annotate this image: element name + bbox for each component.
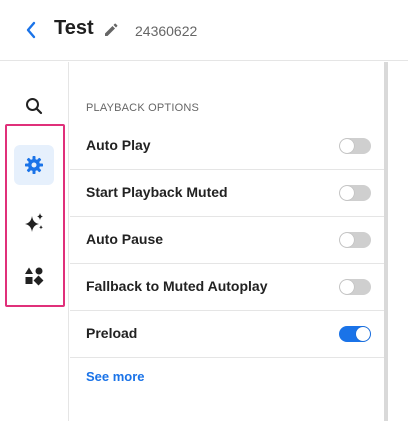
- header: Test 24360622: [0, 0, 408, 61]
- sidebar-item-settings[interactable]: [14, 145, 54, 185]
- pencil-icon: [105, 23, 118, 36]
- item-id: 24360622: [135, 23, 198, 39]
- sidebar-item-widgets[interactable]: [14, 256, 54, 296]
- sidebar-item-search[interactable]: [14, 86, 54, 126]
- toggle-knob: [356, 327, 370, 341]
- start-playback-muted-toggle[interactable]: [339, 185, 371, 201]
- option-label: Auto Play: [86, 137, 151, 153]
- gear-icon: [25, 156, 43, 174]
- toggle-knob: [340, 186, 354, 200]
- option-row-auto-play: Auto Play: [70, 123, 384, 170]
- option-label: Auto Pause: [86, 231, 164, 247]
- toggle-knob: [340, 139, 354, 153]
- search-icon: [26, 98, 43, 115]
- auto-pause-toggle[interactable]: [339, 232, 371, 248]
- page-title: Test: [54, 17, 94, 39]
- option-label: Fallback to Muted Autoplay: [86, 278, 268, 294]
- sidebar: [0, 62, 69, 421]
- option-row-start-playback-muted: Start Playback Muted: [70, 170, 384, 217]
- section-title: PLAYBACK OPTIONS: [86, 102, 200, 114]
- option-row-preload: Preload: [70, 311, 384, 358]
- edit-title-button[interactable]: [102, 21, 120, 39]
- chevron-left-icon: [26, 21, 36, 39]
- option-label: Preload: [86, 325, 138, 341]
- back-button[interactable]: [22, 20, 40, 40]
- panel-scrollbar[interactable]: [384, 62, 388, 421]
- fallback-muted-autoplay-toggle[interactable]: [339, 279, 371, 295]
- toggle-knob: [340, 280, 354, 294]
- settings-panel: PLAYBACK OPTIONS Auto Play Start Playbac…: [70, 62, 384, 421]
- shapes-icon: [25, 267, 44, 286]
- sidebar-item-ai[interactable]: [14, 203, 54, 243]
- see-more-link[interactable]: See more: [86, 369, 145, 384]
- sparkle-icon: [25, 213, 43, 232]
- option-row-fallback-muted-autoplay: Fallback to Muted Autoplay: [70, 264, 384, 311]
- option-row-auto-pause: Auto Pause: [70, 217, 384, 264]
- auto-play-toggle[interactable]: [339, 138, 371, 154]
- preload-toggle[interactable]: [339, 326, 371, 342]
- option-label: Start Playback Muted: [86, 184, 228, 200]
- toggle-knob: [340, 233, 354, 247]
